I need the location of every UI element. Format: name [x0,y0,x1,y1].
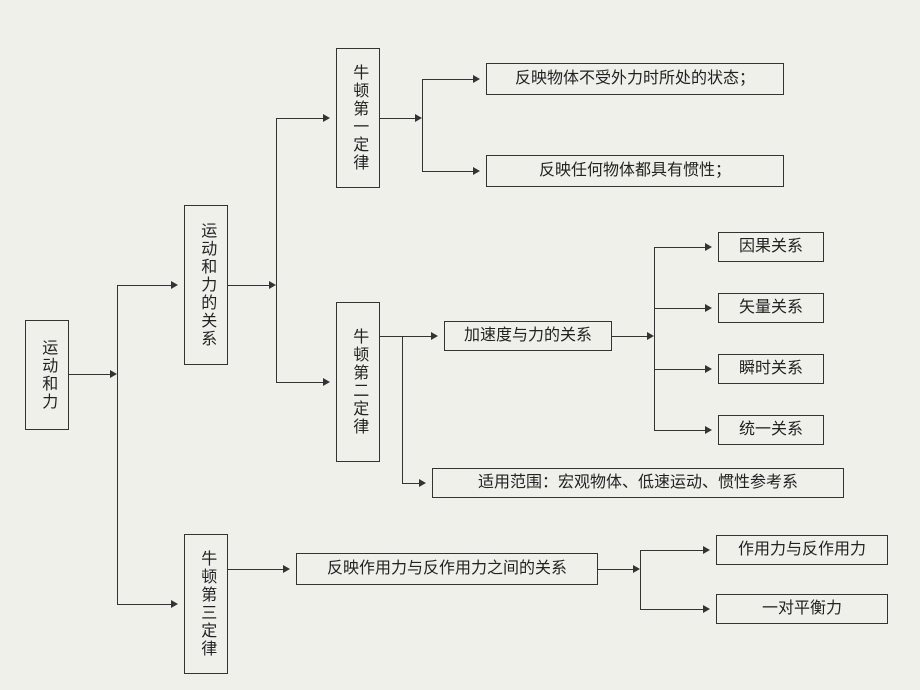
connector [228,285,270,286]
law-3: 牛顿第三定律 [184,534,228,674]
law-2: 牛顿第二定律 [336,302,380,462]
law-1-desc-1: 反映物体不受外力时所处的状态； [486,63,784,95]
connector [276,118,324,119]
law-2-main: 加速度与力的关系 [444,321,612,351]
connector [402,483,420,484]
branch-motion-force-relation: 运动和力的关系 [184,205,228,365]
law-2-scope: 适用范围：宏观物体、低速运动、惯性参考系 [432,468,844,498]
connector [117,285,172,286]
connector [422,79,423,172]
root: 运动和力 [25,320,69,430]
connector [380,336,402,337]
law-3-r1: 作用力与反作用力 [716,535,888,565]
connector [117,285,118,605]
law-2-r4: 统一关系 [718,415,824,445]
connector [276,118,277,382]
connector [422,171,474,172]
connector [228,569,284,570]
law-2-r1: 因果关系 [718,232,824,262]
connector [640,550,641,610]
law-2-r2: 矢量关系 [718,293,824,323]
law-3-r2: 一对平衡力 [716,594,888,624]
connector [612,336,648,337]
connector [402,336,403,483]
connector [117,604,172,605]
connector [598,569,634,570]
connector [276,382,324,383]
law-2-r3: 瞬时关系 [718,354,824,384]
connector [654,430,706,431]
connector [654,247,655,431]
connector [69,374,111,375]
connector [640,550,704,551]
connector [402,336,432,337]
connector [640,609,704,610]
connector [654,247,706,248]
connector [654,369,706,370]
connector [422,79,474,80]
connector [380,118,416,119]
law-1: 牛顿第一定律 [336,48,380,188]
law-1-desc-2: 反映任何物体都具有惯性； [486,155,784,187]
law-3-main: 反映作用力与反作用力之间的关系 [296,553,598,585]
connector [654,308,706,309]
